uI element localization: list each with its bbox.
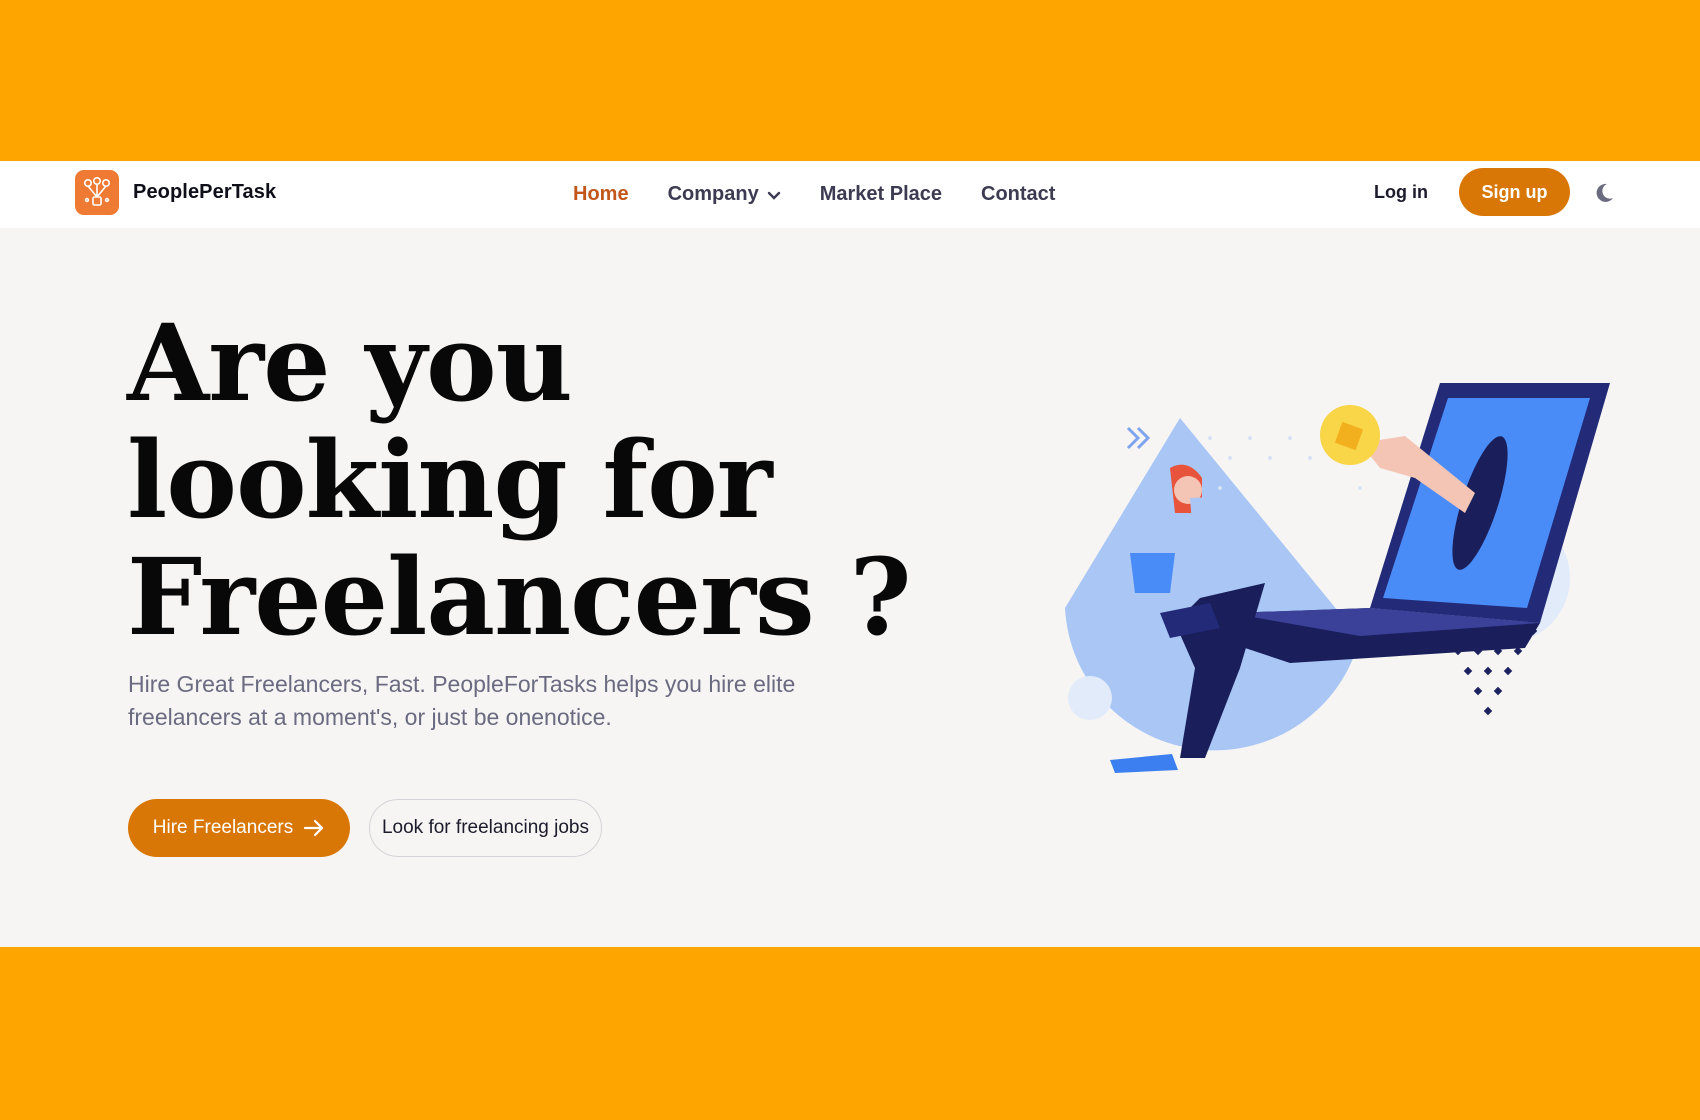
nav-home[interactable]: Home xyxy=(573,183,629,206)
subtext-line-2: freelancers at a moment's, or just be on… xyxy=(128,704,612,730)
hire-freelancers-label: Hire Freelancers xyxy=(152,817,294,838)
hero-subtext: Hire Great Freelancers, Fast. PeopleForT… xyxy=(128,668,868,734)
headline-line-2: looking for xyxy=(127,417,773,542)
hero-section: Are you looking for Freelancers ? Hire G… xyxy=(0,228,1700,947)
subtext-line-1: Hire Great Freelancers, Fast. PeopleForT… xyxy=(128,671,796,697)
navbar: PeoplePerTask Home Company Market Place … xyxy=(0,161,1700,228)
signup-button[interactable]: Sign up xyxy=(1459,168,1570,216)
headline-line-3: Freelancers ? xyxy=(127,534,912,659)
headline-line-1: Are you xyxy=(127,300,573,425)
login-link[interactable]: Log in xyxy=(1374,182,1428,203)
nav-contact[interactable]: Contact xyxy=(981,183,1055,206)
chevron-down-icon xyxy=(767,191,780,200)
arrow-right-icon xyxy=(304,819,324,837)
nav-market-place[interactable]: Market Place xyxy=(820,183,942,206)
moon-icon[interactable] xyxy=(1593,182,1615,204)
hero-headline: Are you looking for Freelancers ? xyxy=(127,304,947,655)
logo-icon[interactable] xyxy=(75,170,119,215)
look-for-jobs-button[interactable]: Look for freelancing jobs xyxy=(369,799,602,857)
bottom-orange-band xyxy=(0,947,1700,1120)
hire-freelancers-button[interactable]: Hire Freelancers xyxy=(128,799,350,857)
nav-company-label: Company xyxy=(667,182,759,205)
primary-nav: Home Company Market Place Contact xyxy=(573,181,1094,207)
top-orange-band xyxy=(0,0,1700,161)
nav-company[interactable]: Company xyxy=(668,183,781,206)
brand-name[interactable]: PeoplePerTask xyxy=(133,181,276,204)
freelancer-laptop-illustration xyxy=(1065,383,1610,773)
